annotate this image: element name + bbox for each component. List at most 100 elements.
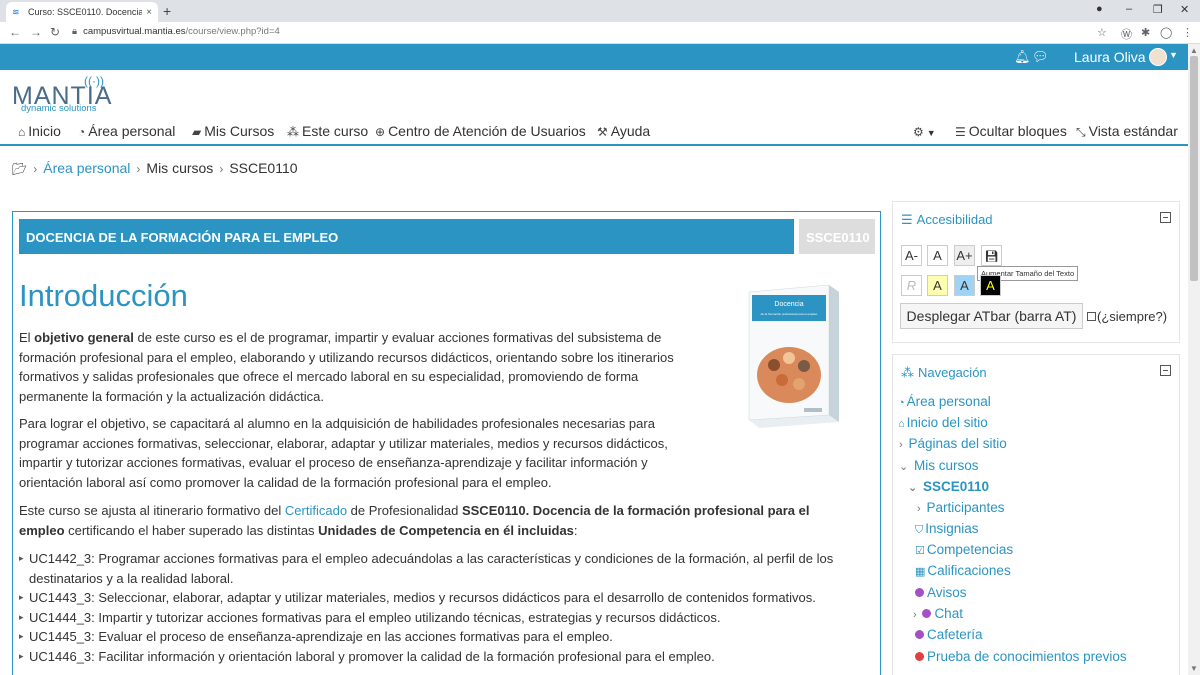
messages-chat-icon[interactable]: 💬︎ — [1032, 49, 1049, 65]
breadcrumb-separator: › — [219, 162, 224, 176]
nav-chat[interactable]: › Chat — [913, 606, 963, 621]
profile-record-icon[interactable]: ● — [1096, 3, 1103, 15]
scheme-dark-button[interactable]: A — [980, 275, 1001, 296]
nav-site-home[interactable]: ⌂ Inicio del sitio — [898, 415, 988, 430]
user-name[interactable]: Laura Oliva — [1074, 49, 1146, 65]
window-close-icon[interactable]: ✕ — [1180, 3, 1189, 16]
profile-avatar-icon[interactable]: ◯ — [1160, 26, 1172, 39]
list-item: UC1445_3: Evaluar el proceso de enseñanz… — [19, 627, 833, 647]
chevron-right-icon: › — [917, 503, 921, 515]
shield-icon: ⛉ — [915, 524, 924, 536]
wordpress-extension-icon[interactable]: Ⓦ — [1121, 26, 1132, 42]
compress-icon: ⤡ — [1076, 125, 1086, 139]
list-item: UC1446_3: Facilitar información y orient… — [19, 647, 833, 667]
chevron-right-icon: › — [913, 609, 917, 621]
list-item: UC1443_3: Seleccionar, elaborar, adaptar… — [19, 588, 833, 608]
breadcrumb-area-personal[interactable]: Área personal — [43, 160, 130, 176]
reload-icon[interactable]: ↻ — [50, 25, 60, 39]
nav-item-centro-atencion[interactable]: ⊕ Centro de Atención de Usuarios — [375, 123, 586, 139]
nav-item-inicio[interactable]: ⌂ Inicio — [18, 123, 61, 139]
url-path: /course/view.php?id=4 — [185, 26, 280, 37]
forward-icon[interactable]: → — [30, 25, 42, 39]
chevron-right-icon: › — [899, 439, 903, 451]
skills-paragraph: Para lograr el objetivo, se capacitará a… — [19, 416, 668, 490]
objective-paragraph: El objetivo general de este curso es el … — [19, 330, 674, 404]
certificado-link[interactable]: Certificado — [285, 503, 347, 518]
browser-tabstrip: ≋ Curso: SSCE0110. Docencia de la ... × … — [0, 0, 1200, 22]
scroll-down-icon[interactable]: ▼ — [1190, 664, 1198, 673]
course-header-bar: DOCENCIA DE LA FORMACIÓN PARA EL EMPLEO — [19, 219, 794, 254]
scheme-yellow-button[interactable]: A — [927, 275, 948, 296]
nav-my-courses[interactable]: ⌄ Mis cursos — [899, 458, 979, 473]
hide-blocks-button[interactable]: ☰ Ocultar bloques — [955, 123, 1067, 139]
new-tab-button[interactable]: + — [163, 3, 171, 19]
breadcrumb-course[interactable]: SSCE0110 — [229, 160, 297, 176]
checkbox-box[interactable] — [1087, 312, 1096, 321]
nav-competencies[interactable]: ☑ Competencias — [915, 542, 1013, 557]
minimize-icon[interactable]: – — [1126, 3, 1132, 15]
list-item: UC1444_3: Impartir y tutorizar acciones … — [19, 608, 833, 628]
settings-gear-button[interactable]: ⚙ ▼ — [913, 123, 936, 139]
atbar-always-checkbox[interactable]: (¿siempre?) — [1087, 309, 1167, 324]
scroll-up-icon[interactable]: ▲ — [1190, 46, 1198, 55]
chevron-down-icon: ⌄ — [908, 482, 918, 494]
scheme-reset-button[interactable]: R — [901, 275, 922, 296]
page-scrollbar[interactable]: ▲ ▼ — [1188, 44, 1200, 675]
nav-cafeteria[interactable]: Cafetería — [915, 627, 983, 642]
scrollbar-thumb[interactable] — [1190, 56, 1198, 281]
increase-text-button[interactable]: A+ — [954, 245, 975, 266]
notifications-bell-icon[interactable]: 🔔︎ — [1014, 49, 1031, 65]
user-menu-caret-icon[interactable]: ▼ — [1169, 50, 1178, 60]
briefcase-icon: ▰ — [192, 125, 202, 139]
breadcrumb-separator: › — [33, 162, 38, 176]
sitemap-icon: ⁂ — [901, 365, 914, 380]
table-icon: ▦ — [915, 566, 926, 578]
site-logo[interactable]: ((·)) MANTIA dynamic solutions — [12, 74, 112, 114]
atbar-button[interactable]: Desplegar ATbar (barra AT) — [900, 303, 1083, 329]
nav-course-ssce0110[interactable]: ⌄ SSCE0110 — [908, 479, 989, 494]
breadcrumb-separator: › — [136, 162, 141, 176]
user-avatar[interactable] — [1149, 48, 1167, 66]
box-subtitle: de la formación profesional para el empl… — [761, 312, 818, 316]
nav-badges[interactable]: ⛉ Insignias — [915, 521, 979, 537]
nav-site-pages[interactable]: › Páginas del sitio — [899, 436, 1007, 451]
list-item: UC1442_3: Programar acciones formativas … — [19, 549, 833, 588]
nav-item-area-personal[interactable]: ◔ Área personal — [78, 123, 175, 139]
breadcrumb-mis-cursos[interactable]: Mis cursos — [146, 160, 213, 176]
bookmark-star-icon[interactable]: ☆ — [1097, 26, 1107, 39]
nav-item-mis-cursos[interactable]: ▰ Mis Cursos — [192, 123, 274, 139]
collapse-block-button[interactable] — [1160, 212, 1171, 223]
course-box-image: Docencia de la formación profesional par… — [748, 284, 839, 428]
save-settings-button[interactable]: 💾︎ — [981, 245, 1002, 266]
nav-grades[interactable]: ▦ Calificaciones — [915, 563, 1011, 578]
competency-units-list: UC1442_3: Programar acciones formativas … — [19, 549, 833, 666]
course-content: DOCENCIA DE LA FORMACIÓN PARA EL EMPLEO … — [12, 211, 881, 675]
maximize-icon[interactable]: ❐ — [1153, 3, 1163, 16]
nav-notices[interactable]: Avisos — [915, 585, 967, 600]
nav-area-personal[interactable]: ◔ Área personal — [898, 394, 991, 409]
chat-icon — [922, 609, 932, 618]
folder-home-icon[interactable]: 📂︎ — [12, 162, 27, 176]
url-field[interactable]: 🔒︎ campusvirtual.mantia.es/course/view.ph… — [72, 26, 280, 37]
list-icon: ☰ — [955, 125, 966, 139]
browser-menu-icon[interactable]: ⋮ — [1182, 26, 1193, 39]
extensions-puzzle-icon[interactable]: ✱ — [1141, 26, 1150, 39]
navigation-block-title[interactable]: ⁂ Navegación — [901, 365, 987, 381]
nav-participants[interactable]: › Participantes — [917, 500, 1004, 515]
logo-tagline: dynamic solutions — [21, 103, 97, 114]
nav-item-ayuda[interactable]: ⚒ Ayuda — [597, 123, 650, 139]
sitemap-icon: ⁂ — [287, 125, 299, 139]
collapse-block-button[interactable] — [1160, 365, 1171, 376]
tab-close-icon[interactable]: × — [146, 7, 152, 18]
standard-view-button[interactable]: ⤡ Vista estándar — [1076, 123, 1178, 140]
accessibility-block-title[interactable]: ☰ Accesibilidad — [901, 212, 993, 228]
nav-item-este-curso[interactable]: ⁂ Este curso — [287, 123, 368, 139]
breadcrumb: 📂︎ › Área personal › Mis cursos › SSCE0110 — [12, 160, 298, 176]
decrease-text-button[interactable]: A- — [901, 245, 922, 266]
scheme-blue-button[interactable]: A — [954, 275, 975, 296]
box-title: Docencia — [774, 301, 803, 308]
nav-test[interactable]: Prueba de conocimientos previos — [915, 649, 1127, 664]
reset-text-button[interactable]: A — [927, 245, 948, 266]
browser-tab[interactable]: ≋ Curso: SSCE0110. Docencia de la ... × — [6, 2, 158, 22]
back-icon[interactable]: ← — [9, 25, 21, 39]
